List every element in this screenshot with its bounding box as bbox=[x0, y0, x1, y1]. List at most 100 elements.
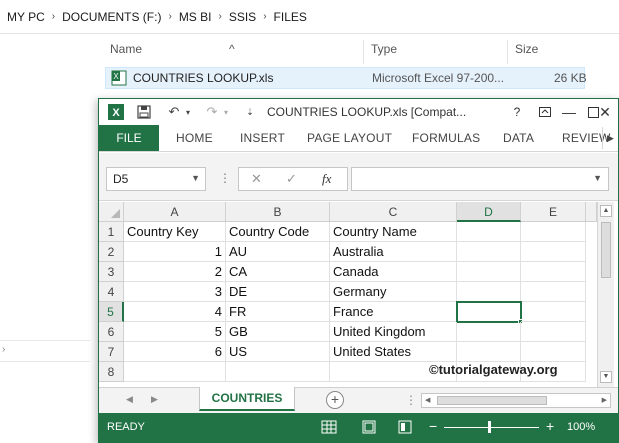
page-layout-view-icon[interactable] bbox=[361, 419, 377, 435]
column-divider[interactable] bbox=[507, 40, 508, 64]
breadcrumb-item-ssis[interactable]: SSIS bbox=[229, 10, 256, 24]
cell-d4[interactable] bbox=[457, 282, 521, 302]
row-header-7[interactable]: 7 bbox=[99, 342, 124, 362]
cell-c7[interactable]: United States bbox=[330, 342, 457, 362]
cell-c5[interactable]: France bbox=[330, 302, 457, 322]
close-button[interactable]: ✕ bbox=[592, 102, 618, 122]
cell-e1[interactable] bbox=[521, 222, 586, 242]
row-header-8[interactable]: 8 bbox=[99, 362, 124, 382]
column-header-e[interactable]: E bbox=[521, 202, 586, 222]
file-row-countries-lookup[interactable]: X COUNTRIES LOOKUP.xls Microsoft Excel 9… bbox=[105, 67, 587, 89]
customize-toolbar-icon[interactable]: ⇣ bbox=[244, 103, 256, 121]
undo-dropdown-icon[interactable]: ▾ bbox=[183, 103, 193, 121]
expand-formula-bar-icon[interactable]: ▼ bbox=[593, 173, 602, 183]
column-divider[interactable] bbox=[363, 40, 364, 64]
cell-c6[interactable]: United Kingdom bbox=[330, 322, 457, 342]
ribbon-display-options-icon[interactable] bbox=[533, 102, 557, 122]
sheet-tab-countries[interactable]: COUNTRIES bbox=[199, 387, 295, 411]
row-header-5[interactable]: 5 bbox=[99, 302, 124, 322]
column-header-d[interactable]: D bbox=[457, 202, 521, 222]
cell-c1[interactable]: Country Name bbox=[330, 222, 457, 242]
minimize-button[interactable]: — bbox=[557, 102, 581, 122]
column-header-size[interactable]: Size bbox=[515, 42, 538, 56]
cell-a7[interactable]: 6 bbox=[124, 342, 226, 362]
add-sheet-icon[interactable]: + bbox=[326, 391, 344, 409]
enter-icon[interactable]: ✓ bbox=[286, 171, 297, 187]
cell-d1[interactable] bbox=[457, 222, 521, 242]
zoom-level[interactable]: 100% bbox=[567, 421, 595, 433]
chevron-down-icon[interactable]: ▼ bbox=[191, 173, 200, 183]
cell-b8[interactable] bbox=[226, 362, 330, 382]
cell-d7[interactable] bbox=[457, 342, 521, 362]
cell-e4[interactable] bbox=[521, 282, 586, 302]
scroll-down-icon[interactable]: ▼ bbox=[600, 371, 612, 383]
cell-e6[interactable] bbox=[521, 322, 586, 342]
column-header-b[interactable]: B bbox=[226, 202, 330, 222]
tab-insert[interactable]: INSERT bbox=[240, 131, 285, 145]
cell-b6[interactable]: GB bbox=[226, 322, 330, 342]
column-header-a[interactable]: A bbox=[124, 202, 226, 222]
cell-b3[interactable]: CA bbox=[226, 262, 330, 282]
cell-b5[interactable]: FR bbox=[226, 302, 330, 322]
name-box[interactable]: D5 ▼ bbox=[106, 167, 206, 191]
zoom-out-button[interactable]: − bbox=[429, 418, 437, 434]
cell-a1[interactable]: Country Key bbox=[124, 222, 226, 242]
redo-dropdown-icon[interactable]: ▾ bbox=[221, 103, 231, 121]
cell-a3[interactable]: 2 bbox=[124, 262, 226, 282]
zoom-slider-thumb[interactable] bbox=[488, 421, 491, 433]
undo-icon[interactable]: ↶ bbox=[165, 103, 183, 121]
column-header-c[interactable]: C bbox=[330, 202, 457, 222]
breadcrumb-item-ms-bi[interactable]: MS BI bbox=[179, 10, 212, 24]
scroll-thumb[interactable] bbox=[437, 396, 547, 405]
breadcrumb-item-files[interactable]: FILES bbox=[274, 10, 307, 24]
row-header-1[interactable]: 1 bbox=[99, 222, 124, 242]
cell-e7[interactable] bbox=[521, 342, 586, 362]
row-header-2[interactable]: 2 bbox=[99, 242, 124, 262]
cell-c3[interactable]: Canada bbox=[330, 262, 457, 282]
zoom-slider[interactable] bbox=[444, 427, 539, 428]
tab-formulas[interactable]: FORMULAS bbox=[412, 131, 480, 145]
vertical-dots-icon[interactable]: ⋮ bbox=[219, 171, 231, 185]
cell-e2[interactable] bbox=[521, 242, 586, 262]
cell-b1[interactable]: Country Code bbox=[226, 222, 330, 242]
tab-file[interactable]: FILE bbox=[99, 125, 159, 151]
zoom-in-button[interactable]: + bbox=[546, 418, 554, 434]
breadcrumb-item-my-pc[interactable]: MY PC bbox=[7, 10, 45, 24]
excel-app-icon[interactable]: X bbox=[107, 103, 125, 121]
scroll-up-icon[interactable]: ▲ bbox=[600, 205, 612, 217]
scroll-right-icon[interactable]: ▶ bbox=[602, 396, 607, 404]
vertical-scrollbar[interactable]: ▲ ▼ bbox=[597, 202, 614, 387]
cell-d2[interactable] bbox=[457, 242, 521, 262]
formula-input[interactable]: ▼ bbox=[351, 167, 609, 191]
breadcrumb-item-documents[interactable]: DOCUMENTS (F:) bbox=[62, 10, 161, 24]
column-header-name[interactable]: Name bbox=[110, 42, 142, 56]
column-header-partial[interactable] bbox=[586, 202, 597, 222]
tab-page-layout[interactable]: PAGE LAYOUT bbox=[307, 131, 392, 145]
scroll-thumb[interactable] bbox=[601, 222, 611, 278]
select-all-button[interactable] bbox=[99, 202, 124, 222]
column-header-type[interactable]: Type bbox=[371, 42, 397, 56]
tab-data[interactable]: DATA bbox=[503, 131, 534, 145]
tab-home[interactable]: HOME bbox=[176, 131, 213, 145]
horizontal-scrollbar[interactable]: ◀ ▶ bbox=[421, 393, 611, 408]
page-break-view-icon[interactable] bbox=[397, 419, 413, 435]
sheet-prev-icon[interactable]: ◀ bbox=[126, 394, 133, 405]
insert-function-button[interactable]: fx bbox=[322, 171, 331, 187]
cell-e3[interactable] bbox=[521, 262, 586, 282]
cell-e5[interactable] bbox=[521, 302, 586, 322]
scroll-left-icon[interactable]: ◀ bbox=[425, 396, 430, 404]
row-header-6[interactable]: 6 bbox=[99, 322, 124, 342]
cell-d6[interactable] bbox=[457, 322, 521, 342]
vertical-dots-icon[interactable]: ⋮ bbox=[405, 393, 417, 407]
cell-a8[interactable] bbox=[124, 362, 226, 382]
row-header-3[interactable]: 3 bbox=[99, 262, 124, 282]
cell-a4[interactable]: 3 bbox=[124, 282, 226, 302]
help-icon[interactable]: ? bbox=[505, 102, 529, 122]
redo-icon[interactable]: ↷ bbox=[203, 103, 221, 121]
navigation-pane-item[interactable] bbox=[0, 340, 90, 362]
cell-a2[interactable]: 1 bbox=[124, 242, 226, 262]
row-header-4[interactable]: 4 bbox=[99, 282, 124, 302]
cell-c4[interactable]: Germany bbox=[330, 282, 457, 302]
cell-b2[interactable]: AU bbox=[226, 242, 330, 262]
cell-a6[interactable]: 5 bbox=[124, 322, 226, 342]
